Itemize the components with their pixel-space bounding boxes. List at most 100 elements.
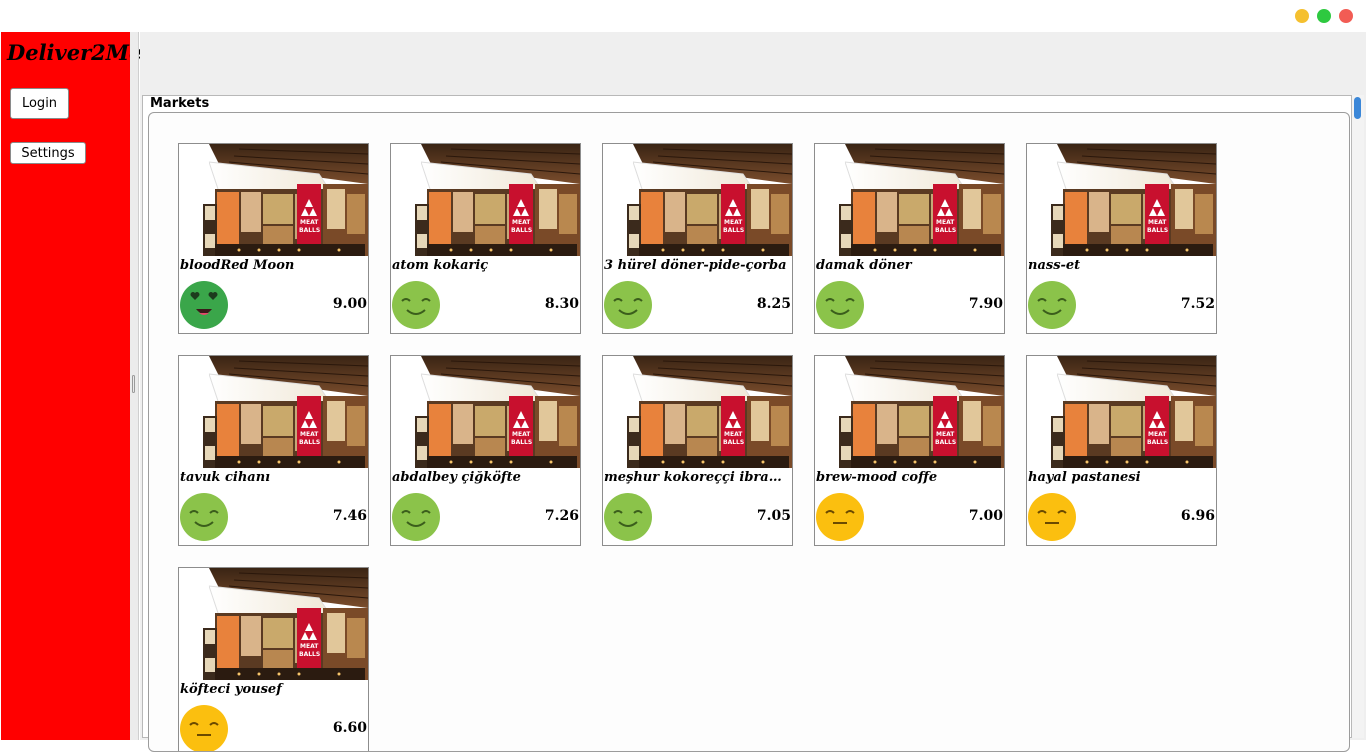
market-card[interactable]: MEAT BALLS atom kokariç 8.30 [390, 143, 581, 334]
minimize-button[interactable] [1295, 9, 1309, 23]
scrollbar-thumb[interactable] [1354, 97, 1361, 119]
market-card[interactable]: MEAT BALLS abdalbey çiğköfte 7.26 [390, 355, 581, 546]
markets-grid: MEAT BALLS bloodRed Moon 9.00 MEAT BALLS… [148, 112, 1350, 752]
market-score: 9.00 [332, 296, 367, 312]
market-score: 7.46 [332, 508, 367, 524]
svg-text:MEAT: MEAT [300, 431, 319, 438]
svg-text:BALLS: BALLS [723, 439, 744, 446]
markets-panel: Markets MEAT BALLS bloodRed Moon 9.00 ME… [142, 95, 1352, 752]
happy-face-icon [604, 281, 652, 329]
market-card[interactable]: MEAT BALLS hayal pastanesi 6.96 [1026, 355, 1217, 546]
neutral-face-icon [816, 493, 864, 541]
market-name: tavuk cihanı [180, 470, 271, 485]
market-card[interactable]: MEAT BALLS bloodRed Moon 9.00 [178, 143, 369, 334]
market-image: MEAT BALLS [391, 144, 580, 256]
market-card[interactable]: MEAT BALLS köfteci yousef 6.60 [178, 567, 369, 751]
market-image: MEAT BALLS [179, 144, 368, 256]
markets-title: Markets [150, 96, 210, 111]
svg-text:BALLS: BALLS [1147, 227, 1168, 234]
svg-text:MEAT: MEAT [300, 643, 319, 650]
market-score: 7.52 [1180, 296, 1215, 312]
market-name: abdalbey çiğköfte [392, 470, 521, 485]
market-card[interactable]: MEAT BALLS 3 hürel döner-pide-çorba 8.25 [602, 143, 793, 334]
market-card[interactable]: MEAT BALLS meşhur kokoreççi ibrahim... 7… [602, 355, 793, 546]
market-name: meşhur kokoreççi ibrahim... [604, 470, 790, 485]
market-name: brew-mood coffe [816, 470, 938, 485]
neutral-face-icon [180, 705, 228, 751]
happy-face-icon [392, 281, 440, 329]
market-image: MEAT BALLS [1027, 144, 1216, 256]
svg-text:MEAT: MEAT [300, 219, 319, 226]
market-name: köfteci yousef [180, 682, 282, 697]
store-photo: MEAT BALLS [179, 144, 368, 256]
happy-face-icon [604, 493, 652, 541]
market-score: 7.00 [968, 508, 1003, 524]
happy-face-icon [392, 493, 440, 541]
sidebar: Deliver2Me Login Settings [1, 32, 142, 740]
store-photo: MEAT BALLS [815, 144, 1004, 256]
market-name: atom kokariç [392, 258, 489, 273]
happy-face-icon [180, 493, 228, 541]
svg-text:MEAT: MEAT [936, 431, 955, 438]
svg-text:MEAT: MEAT [724, 431, 743, 438]
market-card[interactable]: MEAT BALLS tavuk cihanı 7.46 [178, 355, 369, 546]
svg-text:BALLS: BALLS [935, 439, 956, 446]
svg-text:BALLS: BALLS [511, 439, 532, 446]
market-image: MEAT BALLS [815, 356, 1004, 468]
market-name: nass-et [1028, 258, 1081, 273]
store-photo: MEAT BALLS [1027, 144, 1216, 256]
svg-text:BALLS: BALLS [299, 227, 320, 234]
login-button[interactable]: Login [10, 88, 69, 119]
svg-text:MEAT: MEAT [512, 219, 531, 226]
svg-text:MEAT: MEAT [1148, 431, 1167, 438]
store-photo: MEAT BALLS [179, 356, 368, 468]
split-pane-divider[interactable] [130, 32, 139, 740]
happy-face-icon [1028, 281, 1076, 329]
content-header-area [140, 32, 1366, 94]
happy-face-icon [816, 281, 864, 329]
svg-text:BALLS: BALLS [299, 439, 320, 446]
market-card[interactable]: MEAT BALLS damak döner 7.90 [814, 143, 1005, 334]
store-photo: MEAT BALLS [391, 144, 580, 256]
store-photo: MEAT BALLS [815, 356, 1004, 468]
market-score: 7.26 [544, 508, 579, 524]
market-name: bloodRed Moon [180, 258, 295, 273]
window-titlebar [0, 0, 1366, 32]
market-name: 3 hürel döner-pide-çorba [604, 258, 787, 273]
svg-text:BALLS: BALLS [299, 651, 320, 658]
market-image: MEAT BALLS [391, 356, 580, 468]
svg-text:MEAT: MEAT [512, 431, 531, 438]
market-name: hayal pastanesi [1028, 470, 1141, 485]
divider-grip-icon[interactable] [132, 375, 135, 393]
store-photo: MEAT BALLS [1027, 356, 1216, 468]
svg-text:MEAT: MEAT [1148, 219, 1167, 226]
market-image: MEAT BALLS [815, 144, 1004, 256]
close-button[interactable] [1339, 9, 1353, 23]
market-score: 7.90 [968, 296, 1003, 312]
market-card[interactable]: MEAT BALLS nass-et 7.52 [1026, 143, 1217, 334]
store-photo: MEAT BALLS [391, 356, 580, 468]
love-face-icon [180, 281, 228, 329]
market-image: MEAT BALLS [603, 144, 792, 256]
market-image: MEAT BALLS [1027, 356, 1216, 468]
store-photo: MEAT BALLS [179, 568, 368, 680]
brand-logo: Deliver2Me [7, 40, 143, 65]
neutral-face-icon [1028, 493, 1076, 541]
market-image: MEAT BALLS [179, 568, 368, 680]
market-image: MEAT BALLS [179, 356, 368, 468]
store-photo: MEAT BALLS [603, 144, 792, 256]
market-score: 6.96 [1180, 508, 1215, 524]
market-card[interactable]: MEAT BALLS brew-mood coffe 7.00 [814, 355, 1005, 546]
market-name: damak döner [816, 258, 912, 273]
settings-button[interactable]: Settings [10, 142, 86, 164]
svg-text:BALLS: BALLS [935, 227, 956, 234]
svg-text:BALLS: BALLS [723, 227, 744, 234]
market-score: 8.25 [756, 296, 791, 312]
vertical-scrollbar[interactable] [1352, 95, 1364, 738]
svg-text:MEAT: MEAT [724, 219, 743, 226]
market-image: MEAT BALLS [603, 356, 792, 468]
market-score: 6.60 [332, 720, 367, 736]
svg-text:MEAT: MEAT [936, 219, 955, 226]
maximize-button[interactable] [1317, 9, 1331, 23]
svg-text:BALLS: BALLS [511, 227, 532, 234]
